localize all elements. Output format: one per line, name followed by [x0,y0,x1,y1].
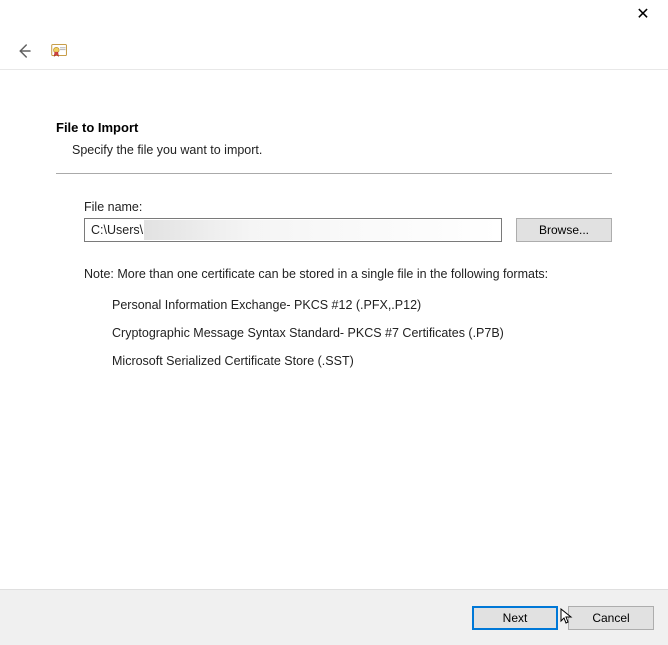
file-name-label: File name: [84,200,612,214]
format-list: Personal Information Exchange- PKCS #12 … [84,298,612,368]
wizard-footer: Next Cancel [0,589,668,645]
format-item: Personal Information Exchange- PKCS #12 … [112,298,612,312]
next-button[interactable]: Next [472,606,558,630]
note-intro: Note: More than one certificate can be s… [84,266,612,284]
divider [56,173,612,174]
file-input-wrap [84,218,502,242]
titlebar: ✕ [0,0,668,32]
format-item: Cryptographic Message Syntax Standard- P… [112,326,612,340]
page-subtitle: Specify the file you want to import. [56,143,612,157]
form-area: File name: Browse... Note: More than one… [56,200,612,368]
wizard-content: File to Import Specify the file you want… [0,70,668,368]
browse-button[interactable]: Browse... [516,218,612,242]
file-name-input[interactable] [84,218,502,242]
close-button[interactable]: ✕ [628,3,658,29]
file-row: Browse... [84,218,612,242]
back-button[interactable] [15,42,33,60]
page-title: File to Import [56,120,612,135]
cancel-button[interactable]: Cancel [568,606,654,630]
back-arrow-icon [15,42,33,60]
format-item: Microsoft Serialized Certificate Store (… [112,354,612,368]
certificate-wizard-icon [49,40,71,62]
nav-row [0,32,668,70]
